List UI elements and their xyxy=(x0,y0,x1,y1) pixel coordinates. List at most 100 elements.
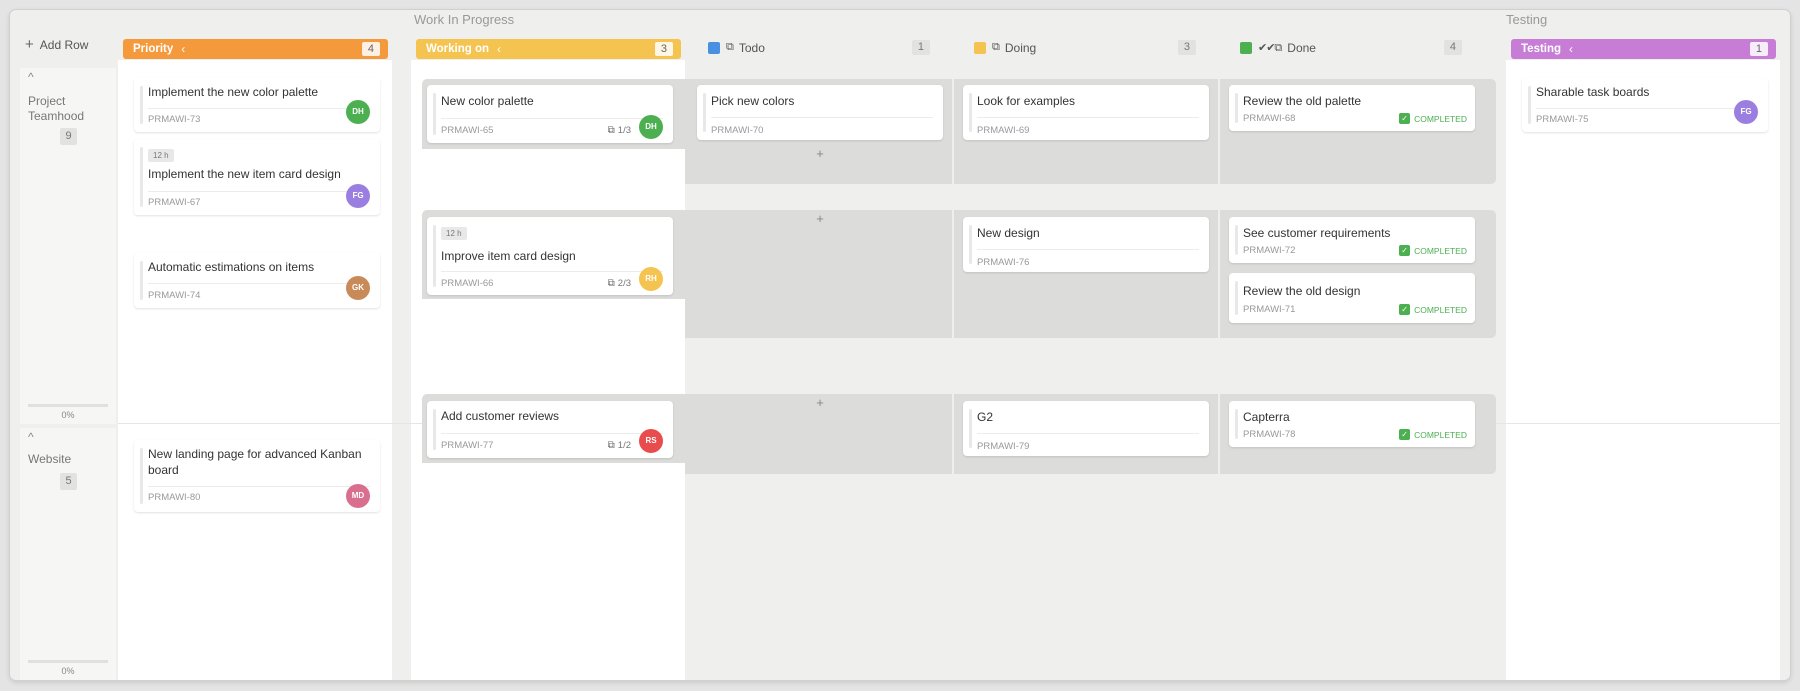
column-count: 4 xyxy=(1443,40,1462,55)
avatar[interactable]: RH xyxy=(639,267,663,291)
done-check-icon: ✔✔⧉ xyxy=(1258,41,1282,54)
avatar[interactable]: FG xyxy=(346,184,370,208)
chevron-left-icon[interactable]: ‹ xyxy=(181,42,185,56)
subtask-counter: ⧉ 2/3 xyxy=(607,278,631,289)
card-title: Automatic estimations on items xyxy=(148,260,315,274)
check-icon: ✓ xyxy=(1399,113,1411,124)
card-id: PRMAWI-65 xyxy=(441,125,494,136)
subtasks-icon: ⧉ xyxy=(607,440,615,451)
board-icon: ⧉ xyxy=(726,41,734,53)
estimate-tag: 12 h xyxy=(441,227,467,240)
card[interactable]: Review the old design PRMAWI-71 ✓ COMPLE… xyxy=(1229,273,1475,323)
card-id: PRMAWI-80 xyxy=(148,492,201,503)
card-title: G2 xyxy=(977,410,994,424)
row-progress-bar xyxy=(28,660,108,663)
avatar[interactable]: MD xyxy=(346,484,370,508)
card-title: New landing page for advanced Kanban boa… xyxy=(148,447,362,477)
column-header-working[interactable]: Working on ‹ 3 xyxy=(416,39,681,59)
card-id: PRMAWI-69 xyxy=(977,125,1030,136)
color-square-icon xyxy=(708,41,720,54)
status-badge: ✓ COMPLETED xyxy=(1399,113,1467,124)
row-header-website: ^ Website 5 0% xyxy=(20,428,116,680)
column-title: Working on xyxy=(426,43,490,55)
add-item-button[interactable]: + xyxy=(697,395,943,410)
card[interactable]: G2 PRMAWI-79 xyxy=(963,401,1209,456)
column-title: Testing xyxy=(1521,43,1562,55)
chevron-up-icon[interactable]: ^ xyxy=(28,70,34,84)
add-item-button[interactable]: + xyxy=(697,211,943,226)
card[interactable]: See customer requirements PRMAWI-72 ✓ CO… xyxy=(1229,217,1475,263)
column-count: 1 xyxy=(1749,42,1768,56)
check-icon: ✓ xyxy=(1399,304,1411,315)
card-title: Review the old design xyxy=(1243,284,1361,298)
group-label-testing: Testing xyxy=(1506,12,1548,27)
row-count-badge: 5 xyxy=(60,473,77,490)
column-title: Todo xyxy=(738,40,765,55)
card-id: PRMAWI-77 xyxy=(441,440,494,451)
row-count-badge: 9 xyxy=(60,128,77,145)
column-header-doing[interactable]: ⧉ Doing 3 xyxy=(974,40,1196,55)
chevron-left-icon[interactable]: ‹ xyxy=(1569,42,1573,56)
column-count: 1 xyxy=(911,40,930,55)
card[interactable]: Pick new colors PRMAWI-70 xyxy=(697,85,943,140)
add-item-button[interactable]: + xyxy=(697,146,943,161)
row-title: Website xyxy=(28,452,72,466)
card[interactable]: Automatic estimations on items PRMAWI-74… xyxy=(134,253,380,308)
group-label-wip: Work In Progress xyxy=(414,12,515,27)
column-header-done[interactable]: ✔✔⧉ Done 4 xyxy=(1240,40,1462,55)
card-id: PRMAWI-75 xyxy=(1536,114,1589,125)
card-id: PRMAWI-68 xyxy=(1243,113,1296,124)
card[interactable]: New design PRMAWI-76 xyxy=(963,217,1209,272)
card-id: PRMAWI-66 xyxy=(441,278,494,289)
chevron-left-icon[interactable]: ‹ xyxy=(497,42,501,56)
column-count: 4 xyxy=(361,42,380,56)
card-id: PRMAWI-78 xyxy=(1243,429,1296,440)
avatar[interactable]: DH xyxy=(346,100,370,124)
avatar[interactable]: FG xyxy=(1734,100,1758,124)
card[interactable]: Sharable task boards PRMAWI-75 FG xyxy=(1522,78,1768,132)
estimate-tag: 12 h xyxy=(148,149,174,162)
card-title: New design xyxy=(977,226,1040,240)
card-title: Capterra xyxy=(1243,410,1290,424)
card-title: New color palette xyxy=(441,94,534,108)
card[interactable]: Implement the new color palette PRMAWI-7… xyxy=(134,78,380,132)
card-id: PRMAWI-72 xyxy=(1243,245,1296,256)
card-id: PRMAWI-76 xyxy=(977,257,1030,268)
card-title: See customer requirements xyxy=(1243,226,1391,240)
column-count: 3 xyxy=(654,42,673,56)
column-header-todo[interactable]: ⧉ Todo 1 xyxy=(708,40,930,55)
column-title: Doing xyxy=(1004,40,1037,55)
row-header-project: ^ Project Teamhood 9 0% xyxy=(20,68,116,424)
column-header-testing[interactable]: Testing ‹ 1 xyxy=(1511,39,1776,59)
card[interactable]: New color palette PRMAWI-65 ⧉ 1/3 DH xyxy=(427,85,673,143)
card-title: Sharable task boards xyxy=(1536,85,1650,99)
column-header-priority[interactable]: Priority ‹ 4 xyxy=(123,39,388,59)
column-testing-bg xyxy=(1506,60,1780,680)
card-id: PRMAWI-70 xyxy=(711,125,764,136)
card-id: PRMAWI-71 xyxy=(1243,304,1296,315)
avatar[interactable]: RS xyxy=(639,429,663,453)
add-row-button[interactable]: + Add Row xyxy=(25,36,88,53)
status-badge: ✓ COMPLETED xyxy=(1399,245,1467,256)
card[interactable]: Review the old palette PRMAWI-68 ✓ COMPL… xyxy=(1229,85,1475,131)
card[interactable]: Look for examples PRMAWI-69 xyxy=(963,85,1209,140)
card[interactable]: Capterra PRMAWI-78 ✓ COMPLETED xyxy=(1229,401,1475,447)
card[interactable]: Add customer reviews PRMAWI-77 ⧉ 1/2 RS xyxy=(427,401,673,458)
avatar[interactable]: DH xyxy=(639,115,663,139)
card[interactable]: 12 h Improve item card design PRMAWI-66 … xyxy=(427,217,673,295)
subtask-counter: ⧉ 1/3 xyxy=(607,125,631,136)
plus-icon: + xyxy=(25,36,34,53)
check-icon: ✓ xyxy=(1399,245,1411,256)
row-progress-bar xyxy=(28,404,108,407)
card-id: PRMAWI-79 xyxy=(977,441,1030,452)
check-icon: ✓ xyxy=(1399,429,1411,440)
card[interactable]: 12 h Implement the new item card design … xyxy=(134,139,380,215)
card-title: Implement the new color palette xyxy=(148,85,319,99)
column-title: Done xyxy=(1287,40,1316,55)
chevron-up-icon[interactable]: ^ xyxy=(28,430,34,444)
avatar[interactable]: GK xyxy=(346,276,370,300)
card[interactable]: New landing page for advanced Kanban boa… xyxy=(134,440,380,512)
card-id: PRMAWI-67 xyxy=(148,197,201,208)
card-title: Pick new colors xyxy=(711,94,795,108)
color-square-icon xyxy=(974,41,986,54)
